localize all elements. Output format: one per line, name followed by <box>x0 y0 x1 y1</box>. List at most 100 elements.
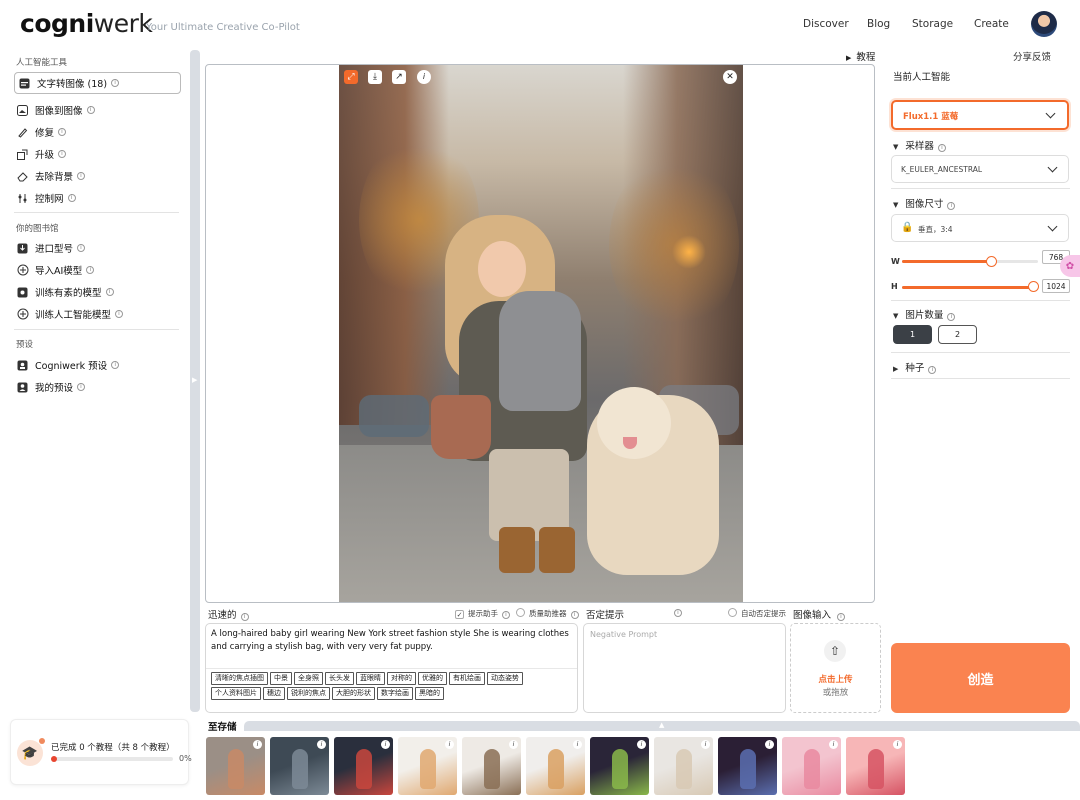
image-count-option-2[interactable]: 2 <box>938 325 977 344</box>
sidebar-item-inpaint[interactable]: 修复 i <box>16 122 67 142</box>
quality-booster-toggle[interactable]: 质量助推器 i <box>516 608 579 619</box>
image-size-section-toggle[interactable]: ▼ 图像尺寸 i <box>893 196 956 210</box>
storage-thumbnail[interactable]: i <box>846 737 905 795</box>
info-icon[interactable]: i <box>570 611 579 619</box>
prompt-tag[interactable]: 大胆的形状 <box>332 687 375 700</box>
info-icon[interactable]: i <box>58 128 67 136</box>
info-icon[interactable]: i <box>67 194 76 202</box>
storage-thumbnail[interactable]: i <box>718 737 777 795</box>
prompt-tag[interactable]: 穗边 <box>263 687 285 700</box>
sidebar-item-text-to-image[interactable]: 文字转图像 (18) i <box>18 73 120 93</box>
storage-thumbnail[interactable]: i <box>782 737 841 795</box>
info-icon[interactable]: i <box>240 613 249 621</box>
info-icon[interactable]: i <box>829 740 838 749</box>
info-icon[interactable]: i <box>86 106 95 114</box>
info-icon[interactable]: i <box>837 613 846 621</box>
storage-thumbnail[interactable]: i <box>270 737 329 795</box>
prompt-tag[interactable]: 数字绘画 <box>377 687 413 700</box>
seed-section-toggle[interactable]: ▶ 种子 i <box>893 360 937 374</box>
storage-thumbnail[interactable]: i <box>590 737 649 795</box>
info-icon[interactable]: i <box>947 202 956 210</box>
nav-create[interactable]: Create <box>974 18 1009 30</box>
prompt-assistant-toggle[interactable]: ✓ 提示助手 i <box>455 608 510 619</box>
logo[interactable]: cogniwerk <box>20 9 153 38</box>
prompt-tag[interactable]: 动态姿势 <box>487 672 523 685</box>
sidebar-item-image-to-image[interactable]: 图像到图像 i <box>16 100 95 120</box>
prompt-tag[interactable]: 蓝眼睛 <box>356 672 385 685</box>
prompt-tag[interactable]: 长头发 <box>325 672 354 685</box>
close-icon[interactable]: ✕ <box>723 70 737 84</box>
image-count-option-1[interactable]: 1 <box>893 325 932 344</box>
sidebar-item-controlnet[interactable]: 控制网 i <box>16 188 76 208</box>
info-icon[interactable]: i <box>105 288 114 296</box>
info-icon[interactable]: i <box>317 740 326 749</box>
height-slider-knob[interactable] <box>1028 281 1039 292</box>
prompt-tag[interactable]: 有机绘画 <box>449 672 485 685</box>
storage-thumbnail[interactable]: i <box>334 737 393 795</box>
prompt-tag[interactable]: 个人资料图片 <box>211 687 261 700</box>
sidebar-item-my-presets[interactable]: 我的预设 i <box>16 377 86 397</box>
share-feedback-link[interactable]: 分享反馈 <box>1013 49 1051 63</box>
prompt-tag[interactable]: 优雅的 <box>418 672 447 685</box>
prompt-tag[interactable]: 中景 <box>270 672 292 685</box>
avatar[interactable] <box>1031 11 1057 37</box>
storage-thumbnail[interactable]: i <box>654 737 713 795</box>
floating-assistant-icon[interactable]: ✿ <box>1060 255 1080 277</box>
nav-blog[interactable]: Blog <box>867 18 890 30</box>
sidebar-item-cogniwerk-presets[interactable]: Cogniwerk 预设 i <box>16 355 120 375</box>
storage-thumbnail[interactable]: i <box>206 737 265 795</box>
info-icon[interactable]: i <box>947 313 956 321</box>
info-icon[interactable]: i <box>381 740 390 749</box>
image-count-section-toggle[interactable]: ▼ 图片数量 i <box>893 307 956 321</box>
storage-thumbnail[interactable]: i <box>526 737 585 795</box>
expand-icon[interactable]: ⤢ <box>344 70 358 84</box>
info-icon[interactable]: i <box>115 310 124 318</box>
nav-storage[interactable]: Storage <box>912 18 953 30</box>
share-icon[interactable]: ↗ <box>392 70 406 84</box>
info-icon[interactable]: i <box>111 361 120 369</box>
info-icon[interactable]: i <box>937 144 946 152</box>
info-icon[interactable]: i <box>502 611 510 619</box>
info-icon[interactable]: i <box>58 150 67 158</box>
info-icon[interactable]: i <box>674 609 682 617</box>
sidebar-item-import-model[interactable]: 进口型号 i <box>16 238 86 258</box>
info-icon[interactable]: i <box>77 244 86 252</box>
lock-icon[interactable]: 🔒 <box>901 222 913 233</box>
tutorial-link[interactable]: ▶ 教程 <box>846 49 875 63</box>
width-slider-knob[interactable] <box>986 256 997 267</box>
prompt-tag[interactable]: 清晰的焦点插图 <box>211 672 268 685</box>
storage-thumbnail[interactable]: i <box>462 737 521 795</box>
info-icon[interactable]: i <box>637 740 646 749</box>
info-icon[interactable]: i <box>509 740 518 749</box>
storage-thumbnail[interactable]: i <box>398 737 457 795</box>
info-icon[interactable]: i <box>765 740 774 749</box>
create-button[interactable]: 创造 <box>891 643 1070 713</box>
generated-image[interactable]: ⤢ ⤓ ↗ i ✕ <box>339 65 743 602</box>
info-icon[interactable]: i <box>86 266 95 274</box>
info-icon[interactable]: i <box>893 740 902 749</box>
checkbox-unchecked-icon[interactable] <box>728 608 737 617</box>
sampler-section-toggle[interactable]: ▼ 采样器 i <box>893 138 946 152</box>
info-icon[interactable]: i <box>417 70 431 84</box>
prompt-tag[interactable]: 对称的 <box>387 672 416 685</box>
auto-negative-toggle[interactable]: 自动否定提示 <box>728 608 786 619</box>
info-icon[interactable]: i <box>701 740 710 749</box>
nav-discover[interactable]: Discover <box>803 18 849 30</box>
prompt-textarea[interactable]: A long-haired baby girl wearing New York… <box>211 628 573 654</box>
info-icon[interactable]: i <box>928 366 937 374</box>
prompt-tag[interactable]: 黑暗的 <box>415 687 444 700</box>
sidebar-item-import-ai-model[interactable]: 导入AI模型 i <box>16 260 95 280</box>
sidebar-item-train-ai-model[interactable]: 训练人工智能模型 i <box>16 304 124 324</box>
download-icon[interactable]: ⤓ <box>368 70 382 84</box>
upload-cta[interactable]: 点击上传 <box>790 673 881 685</box>
sidebar-item-upscale[interactable]: 升级 i <box>16 144 67 164</box>
info-icon[interactable]: i <box>445 740 454 749</box>
tutorial-progress-card[interactable]: 🎓 已完成 0 个教程（共 8 个教程） 0% <box>10 719 192 785</box>
info-icon[interactable]: i <box>77 383 86 391</box>
info-icon[interactable]: i <box>77 172 86 180</box>
image-upload-dropzone[interactable] <box>790 623 881 713</box>
info-icon[interactable]: i <box>253 740 262 749</box>
info-icon[interactable]: i <box>111 79 120 87</box>
checkbox-unchecked-icon[interactable] <box>516 608 525 617</box>
checkbox-checked-icon[interactable]: ✓ <box>455 610 464 619</box>
